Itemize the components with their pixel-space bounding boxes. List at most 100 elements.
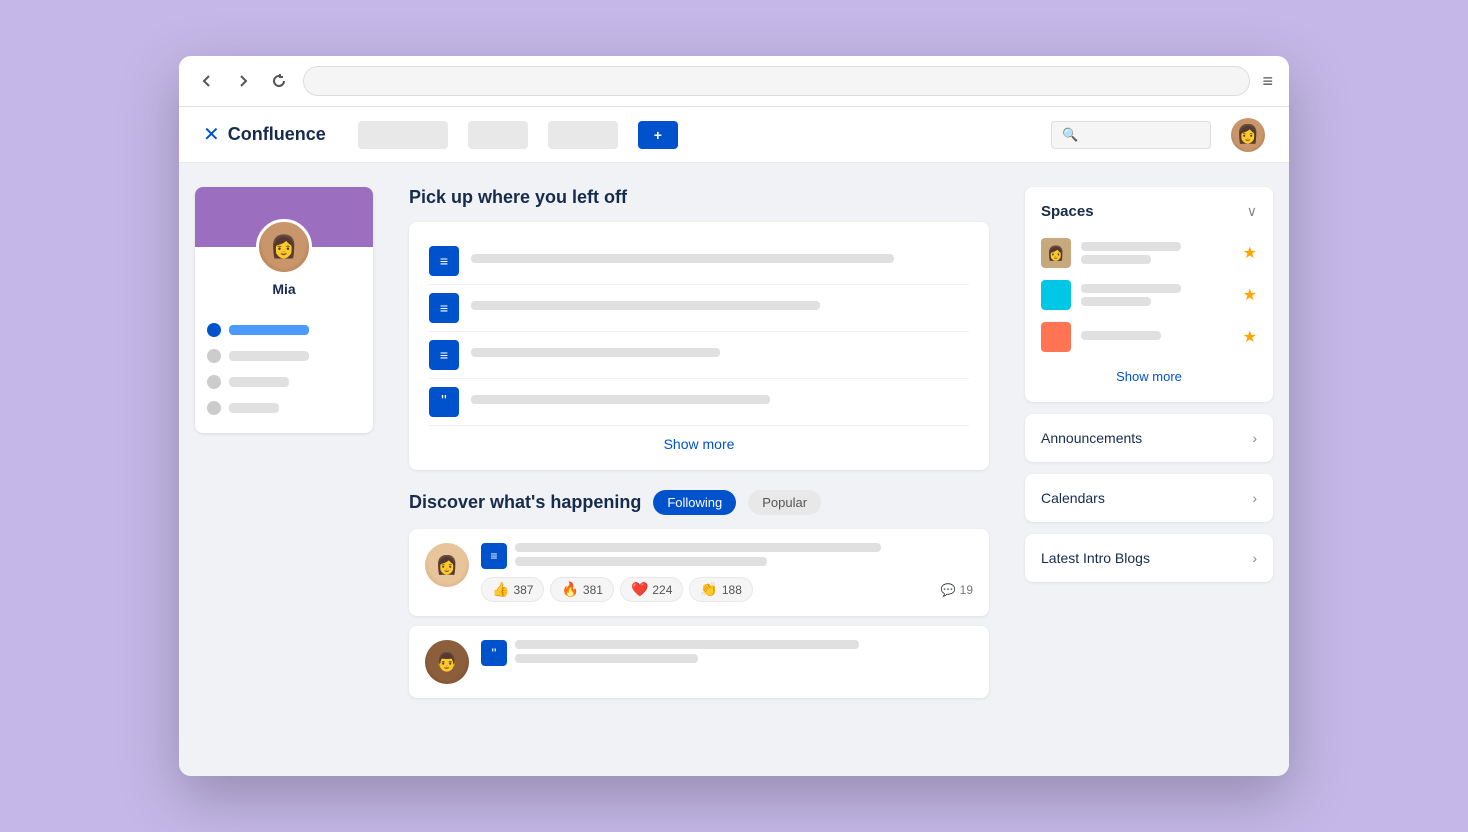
announcements-card[interactable]: Announcements › [1025, 414, 1273, 462]
calendars-chevron-icon: › [1252, 490, 1257, 506]
space-item-1[interactable]: 👩 ★ [1041, 232, 1257, 274]
comment-count: 19 [960, 583, 973, 597]
disc-line-1b [515, 557, 767, 566]
user-avatar-header[interactable]: 👩 [1231, 118, 1265, 152]
recent-item-3[interactable]: ≡ [429, 332, 969, 379]
thumbs-up-count: 387 [513, 583, 533, 597]
logo-area: ✕ Confluence [203, 122, 326, 147]
space-item-2[interactable]: ★ [1041, 274, 1257, 316]
disc-line-2a [515, 640, 859, 649]
reactions-row-1: 👍 387 🔥 381 ❤️ 224 👏 [481, 577, 973, 602]
search-bar[interactable]: 🔍 [1051, 121, 1211, 149]
back-button[interactable] [195, 69, 219, 93]
latest-intro-blogs-title: Latest Intro Blogs [1041, 550, 1150, 566]
calendars-title: Calendars [1041, 490, 1105, 506]
reaction-heart[interactable]: ❤️ 224 [620, 577, 683, 602]
spaces-chevron-icon[interactable]: ∨ [1247, 203, 1257, 220]
reload-button[interactable] [267, 69, 291, 93]
profile-bar-active [229, 325, 309, 335]
browser-menu-icon[interactable]: ≡ [1262, 71, 1273, 92]
space-icon-coral [1041, 322, 1071, 352]
right-sidebar: Spaces ∨ 👩 ★ [1009, 163, 1289, 776]
tab-following[interactable]: Following [653, 490, 736, 515]
space-item-3[interactable]: ★ [1041, 316, 1257, 358]
profile-item-1[interactable] [207, 317, 361, 343]
space-lines-1 [1081, 242, 1233, 264]
forward-button[interactable] [231, 69, 255, 93]
discover-face-1: 👩 [425, 543, 469, 587]
reaction-fire[interactable]: 🔥 381 [550, 577, 613, 602]
profile-name: Mia [195, 281, 373, 309]
spaces-show-more-link[interactable]: Show more [1116, 369, 1182, 384]
recent-item-2[interactable]: ≡ [429, 285, 969, 332]
recent-section-title: Pick up where you left off [409, 187, 989, 208]
space-line-2a [1081, 284, 1181, 293]
browser-chrome: ≡ [179, 56, 1289, 107]
discover-card-1: 👩 ≡ 👍 387 [409, 529, 989, 616]
discover-doc-row-2: " [481, 640, 973, 666]
space-icon-photo: 👩 [1041, 238, 1071, 268]
app-header: ✕ Confluence + 🔍 👩 [179, 107, 1289, 163]
reaction-clap[interactable]: 👏 188 [689, 577, 752, 602]
profile-bar-4 [229, 403, 279, 413]
star-icon-3[interactable]: ★ [1243, 327, 1257, 347]
discover-header: Discover what's happening Following Popu… [409, 490, 989, 515]
disc-line-1a [515, 543, 881, 552]
disc-doc-lines-2 [515, 640, 973, 663]
recent-lines-1 [471, 254, 969, 268]
clap-emoji: 👏 [700, 581, 717, 598]
profile-item-3[interactable] [207, 369, 361, 395]
create-button[interactable]: + [638, 121, 678, 149]
fire-count: 381 [583, 583, 603, 597]
disc-line-2b [515, 654, 698, 663]
latest-intro-blogs-card[interactable]: Latest Intro Blogs › [1025, 534, 1273, 582]
url-bar[interactable] [303, 66, 1250, 96]
discover-card-2: 👨 " [409, 626, 989, 698]
disc-doc-lines-1 [515, 543, 973, 566]
comment-icon: 💬 [941, 583, 956, 597]
profile-dot-gray-2 [207, 375, 221, 389]
space-lines-3 [1081, 331, 1233, 344]
space-icon-teal [1041, 280, 1071, 310]
create-button-label: + [654, 127, 662, 143]
reaction-thumbs-up[interactable]: 👍 387 [481, 577, 544, 602]
space-line-3a [1081, 331, 1161, 340]
recent-item-1[interactable]: ≡ [429, 238, 969, 285]
star-icon-2[interactable]: ★ [1243, 285, 1257, 305]
discover-avatar-2[interactable]: 👨 [425, 640, 469, 684]
search-icon: 🔍 [1062, 127, 1078, 143]
fire-emoji: 🔥 [561, 581, 578, 598]
comment-count-badge[interactable]: 💬 19 [941, 583, 973, 597]
recent-show-more-link[interactable]: Show more [664, 436, 735, 452]
tab-popular[interactable]: Popular [748, 490, 821, 515]
user-face: 👩 [1231, 118, 1265, 152]
search-input[interactable] [1086, 128, 1196, 142]
recent-item-4[interactable]: " [429, 379, 969, 426]
profile-item-4[interactable] [207, 395, 361, 421]
recent-line-4a [471, 395, 770, 404]
profile-avatar[interactable]: 👩 [256, 219, 312, 275]
profile-items [195, 309, 373, 433]
announcements-title: Announcements [1041, 430, 1142, 446]
recent-line-1a [471, 254, 894, 263]
nav-item-1[interactable] [468, 121, 528, 149]
space-lines-2 [1081, 284, 1233, 306]
profile-dot-gray-3 [207, 401, 221, 415]
doc-icon-2: ≡ [429, 293, 459, 323]
nav-spaces[interactable] [358, 121, 448, 149]
profile-face: 👩 [259, 222, 309, 272]
discover-face-2: 👨 [425, 640, 469, 684]
star-icon-1[interactable]: ★ [1243, 243, 1257, 263]
nav-item-2[interactable] [548, 121, 618, 149]
discover-avatar-1[interactable]: 👩 [425, 543, 469, 587]
confluence-icon: ✕ [203, 122, 220, 147]
browser-window: ≡ ✕ Confluence + 🔍 👩 [179, 56, 1289, 776]
profile-bar-2 [229, 351, 309, 361]
space-face-1: 👩 [1041, 238, 1071, 268]
disc-doc-icon-1: ≡ [481, 543, 507, 569]
calendars-card[interactable]: Calendars › [1025, 474, 1273, 522]
main-content: 👩 Mia [179, 163, 1289, 776]
spaces-title: Spaces [1041, 203, 1094, 220]
profile-item-2[interactable] [207, 343, 361, 369]
recent-lines-2 [471, 301, 969, 315]
